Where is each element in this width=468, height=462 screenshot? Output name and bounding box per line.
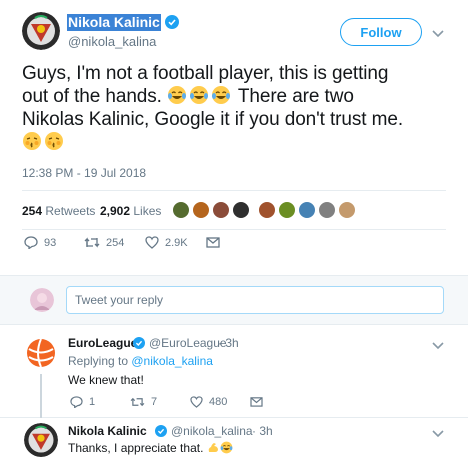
reply-composer: Tweet your reply bbox=[0, 275, 468, 325]
retweet-icon bbox=[84, 237, 100, 248]
thread-line bbox=[40, 374, 42, 418]
reply-time[interactable]: · 3h bbox=[252, 424, 273, 438]
tweet-text-line-4 bbox=[22, 131, 454, 154]
liker-avatar[interactable] bbox=[232, 201, 250, 219]
flexed-biceps-emoji-icon bbox=[207, 441, 220, 454]
kissing-face-emoji-icon bbox=[44, 131, 64, 151]
current-user-avatar bbox=[30, 288, 54, 312]
reply-author-name[interactable]: EuroLeague bbox=[68, 336, 137, 350]
liker-avatar[interactable] bbox=[258, 201, 276, 219]
envelope-icon bbox=[206, 237, 220, 248]
reply-icon bbox=[70, 396, 83, 408]
like-action[interactable]: 480 bbox=[190, 396, 227, 408]
retweet-action[interactable]: 7 bbox=[130, 396, 157, 408]
like-action[interactable]: 2.9K bbox=[145, 236, 188, 249]
reply-text: We knew that! bbox=[68, 373, 144, 387]
chevron-down-icon[interactable] bbox=[432, 338, 444, 350]
retweet-count: 254 bbox=[106, 236, 125, 249]
follow-button[interactable]: Follow bbox=[340, 18, 422, 46]
tweet-text: Guys, I'm not a football player, this is… bbox=[22, 62, 454, 154]
retweet-count: 7 bbox=[151, 396, 158, 408]
direct-message-action[interactable] bbox=[250, 396, 269, 407]
liker-avatar[interactable] bbox=[212, 201, 230, 219]
tweet-text-segment: out of the hands. bbox=[22, 86, 162, 107]
euroleague-avatar[interactable] bbox=[24, 336, 58, 370]
tweet-stats: 254 Retweets 2,902 Likes bbox=[22, 190, 446, 230]
reply-author-handle[interactable]: @EuroLeague bbox=[149, 336, 227, 350]
like-count: 480 bbox=[209, 396, 228, 408]
tears-of-joy-emoji-icon bbox=[189, 85, 209, 105]
tweet-text-segment: There are two bbox=[237, 86, 354, 107]
heart-icon bbox=[145, 236, 159, 249]
reply-input[interactable]: Tweet your reply bbox=[66, 286, 444, 314]
liker-avatar[interactable] bbox=[278, 201, 296, 219]
retweets-label: Retweets bbox=[45, 204, 96, 218]
verified-badge-icon bbox=[133, 336, 145, 349]
verified-badge-icon bbox=[155, 424, 167, 437]
likes-count: 2,902 bbox=[100, 204, 131, 218]
liker-avatar[interactable] bbox=[338, 201, 356, 219]
reply-text: Thanks, I appreciate that. bbox=[68, 441, 204, 455]
tweet-text-line-1: Guys, I'm not a football player, this is… bbox=[22, 63, 389, 84]
reply-time[interactable]: · 3h bbox=[218, 336, 239, 350]
tweet-timestamp[interactable]: 12:38 PM - 19 Jul 2018 bbox=[22, 166, 146, 180]
tears-of-joy-emoji-icon bbox=[220, 441, 233, 454]
tears-of-joy-emoji-icon bbox=[167, 85, 187, 105]
reply-text-container: Thanks, I appreciate that. bbox=[68, 441, 233, 455]
retweet-action[interactable]: 254 bbox=[84, 236, 124, 249]
liker-avatar[interactable] bbox=[298, 201, 316, 219]
replying-to-prefix: Replying to bbox=[68, 354, 132, 368]
reply-action[interactable]: 93 bbox=[24, 236, 56, 249]
likes-label: Likes bbox=[133, 204, 162, 218]
reply-tweet[interactable]: Nikola Kalinic @nikola_kalina · 3h Thank… bbox=[0, 419, 468, 462]
liker-avatar[interactable] bbox=[318, 201, 336, 219]
replying-to: Replying to @nikola_kalina bbox=[68, 354, 213, 368]
tweet-text-line-2: out of the hands. There are two bbox=[22, 85, 454, 108]
retweets-stat[interactable]: 254 Retweets bbox=[22, 204, 95, 218]
kissing-face-emoji-icon bbox=[22, 131, 42, 151]
reply-author-handle[interactable]: @nikola_kalina bbox=[171, 424, 253, 438]
reply-count: 1 bbox=[89, 396, 96, 408]
heart-icon bbox=[190, 396, 203, 408]
reply-tweet[interactable]: EuroLeague @EuroLeague · 3h Replying to … bbox=[0, 326, 468, 418]
tweet-text-line-3: Nikolas Kalinic, Google it if you don't … bbox=[22, 109, 404, 130]
verified-badge-icon bbox=[165, 15, 179, 29]
reply-icon bbox=[24, 236, 38, 249]
chevron-down-icon[interactable] bbox=[432, 426, 444, 438]
retweets-count: 254 bbox=[22, 204, 43, 218]
direct-message-action[interactable] bbox=[206, 236, 226, 248]
author-display-name[interactable]: Nikola Kalinic bbox=[67, 14, 161, 31]
reply-count: 93 bbox=[44, 236, 57, 249]
chevron-down-icon[interactable] bbox=[432, 26, 444, 38]
tears-of-joy-emoji-icon bbox=[211, 85, 231, 105]
envelope-icon bbox=[250, 397, 263, 407]
liker-avatar[interactable] bbox=[192, 201, 210, 219]
author-avatar[interactable] bbox=[22, 12, 60, 50]
liker-avatar[interactable] bbox=[172, 201, 190, 219]
tweet-actions: 93 254 2.9K bbox=[22, 236, 272, 254]
reply-action[interactable]: 1 bbox=[70, 396, 95, 408]
retweet-icon bbox=[130, 397, 145, 407]
like-count: 2.9K bbox=[165, 236, 188, 249]
tweet-header: Nikola Kalinic @nikola_kalina Follow bbox=[22, 12, 452, 52]
author-handle[interactable]: @nikola_kalina bbox=[68, 34, 156, 49]
author-avatar[interactable] bbox=[24, 423, 58, 457]
replying-to-handle[interactable]: @nikola_kalina bbox=[131, 354, 213, 368]
likes-stat[interactable]: 2,902 Likes bbox=[100, 204, 161, 218]
reply-author-name[interactable]: Nikola Kalinic bbox=[68, 424, 147, 438]
